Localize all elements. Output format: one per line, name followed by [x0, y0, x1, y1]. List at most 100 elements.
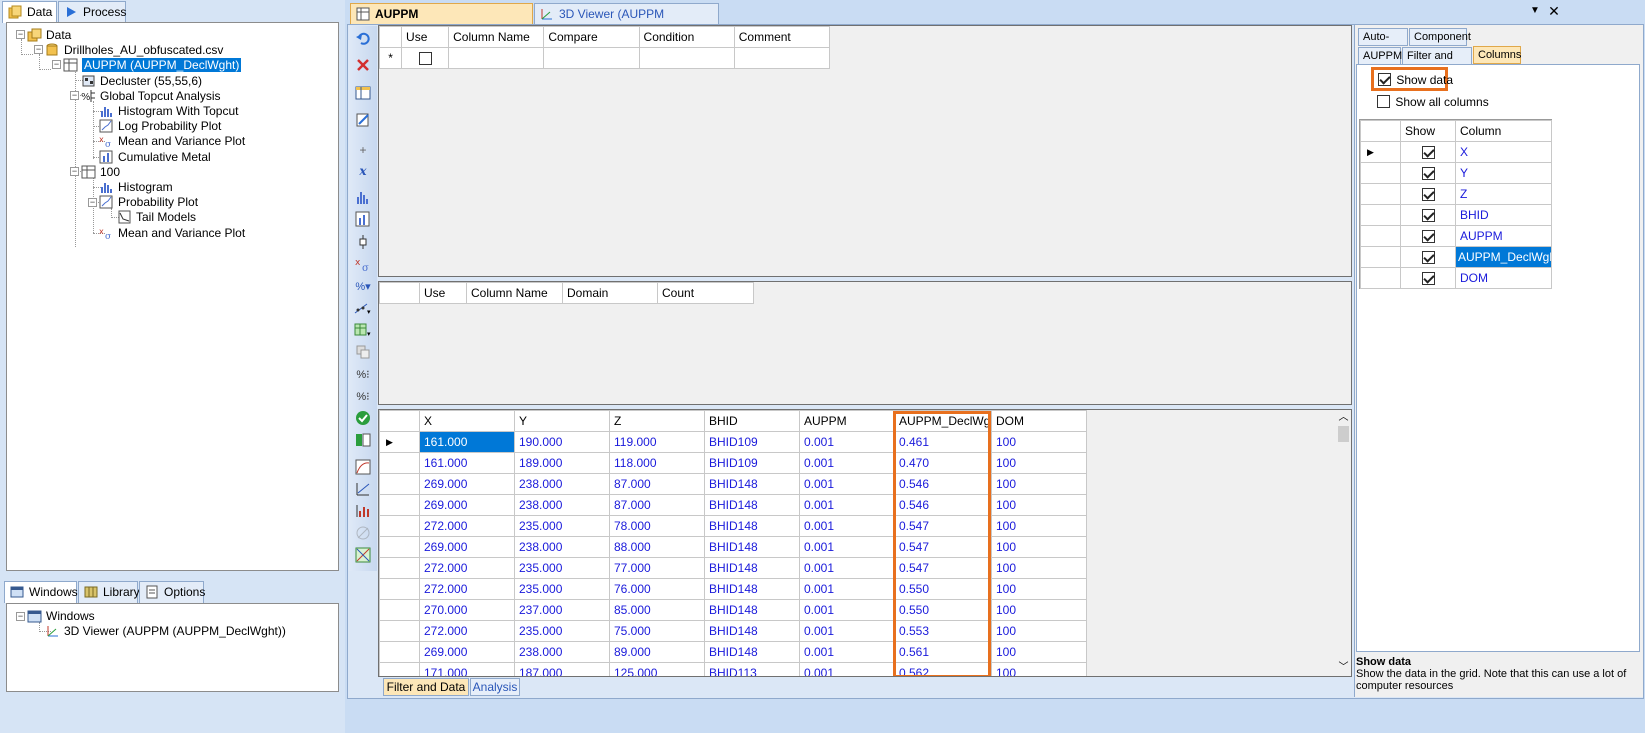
cell-auppm-declwght[interactable]: 0.550: [894, 578, 992, 600]
cell-y[interactable]: 235.000: [514, 515, 610, 537]
compare-cell[interactable]: [543, 47, 640, 69]
collapse-toggle[interactable]: −: [34, 45, 43, 54]
table-row[interactable]: 269.000 238.000 87.000 BHID148 0.001 0.546 100: [379, 494, 1087, 516]
show-column-checkbox[interactable]: [1421, 188, 1435, 202]
condition-cell[interactable]: [638, 47, 735, 69]
show-column-cell[interactable]: [1400, 204, 1456, 226]
cell-x[interactable]: 269.000: [419, 641, 515, 663]
tree-item-data[interactable]: Data: [27, 27, 71, 43]
show-column-checkbox[interactable]: [1421, 272, 1435, 286]
show-column-cell[interactable]: [1400, 267, 1456, 289]
row-header[interactable]: [379, 641, 420, 663]
cell-x[interactable]: 161.000: [419, 431, 515, 453]
show-column-checkbox[interactable]: [1421, 251, 1435, 265]
tab-filter-and-data[interactable]: Filter and Data: [383, 678, 469, 696]
cell-dom[interactable]: 100: [991, 620, 1087, 642]
collapse-toggle[interactable]: −: [52, 60, 61, 69]
cell-dom[interactable]: 100: [991, 578, 1087, 600]
tree-item-decluster[interactable]: Decluster (55,55,6): [81, 73, 202, 89]
cell-y[interactable]: 190.000: [514, 431, 610, 453]
cell-x[interactable]: 270.000: [419, 599, 515, 621]
row-header[interactable]: [379, 620, 420, 642]
column-name-cell[interactable]: DOM: [1455, 267, 1552, 289]
cell-auppm[interactable]: 0.001: [799, 578, 895, 600]
validate-icon[interactable]: [352, 408, 374, 428]
cell-y[interactable]: 235.000: [514, 557, 610, 579]
collapse-toggle[interactable]: −: [70, 91, 79, 100]
tree-item-mean-variance-2[interactable]: x σ Mean and Variance Plot: [99, 225, 245, 242]
table-row[interactable]: 269.000 238.000 87.000 BHID148 0.001 0.546 100: [379, 473, 1087, 495]
cell-bhid[interactable]: BHID148: [704, 578, 800, 600]
cell-x[interactable]: 171.000: [419, 662, 515, 676]
undo-icon[interactable]: [352, 28, 374, 48]
cell-auppm[interactable]: 0.001: [799, 431, 895, 453]
row-header[interactable]: [379, 557, 420, 579]
cell-z[interactable]: 78.000: [609, 515, 705, 537]
show-column-cell[interactable]: [1400, 225, 1456, 247]
window-list-dropdown[interactable]: ▼: [1528, 5, 1542, 19]
column-header-comment[interactable]: Comment: [733, 26, 831, 48]
cell-bhid[interactable]: BHID109: [704, 452, 800, 474]
tab-process[interactable]: Process: [58, 1, 126, 23]
cell-auppm-declwght[interactable]: 0.562: [894, 662, 992, 676]
scatter-dropdown-icon[interactable]: ▾: [352, 298, 374, 318]
row-header[interactable]: ▶: [1360, 141, 1401, 163]
list-item[interactable]: AUPPM_DeclWght: [1360, 246, 1552, 268]
column-header-auppm-declwght[interactable]: AUPPM_DeclWght: [894, 410, 992, 432]
cell-bhid[interactable]: BHID113: [704, 662, 800, 676]
cell-z[interactable]: 76.000: [609, 578, 705, 600]
table-row[interactable]: 272.000 235.000 77.000 BHID148 0.001 0.547 100: [379, 557, 1087, 579]
probability-plot-icon[interactable]: [352, 209, 374, 229]
cell-dom[interactable]: 100: [991, 599, 1087, 621]
show-all-columns-checkbox[interactable]: [1377, 95, 1390, 109]
cell-auppm-declwght[interactable]: 0.547: [894, 557, 992, 579]
copy-icon[interactable]: [352, 342, 374, 362]
column-header-auppm[interactable]: AUPPM: [799, 410, 895, 432]
cell-y[interactable]: 189.000: [514, 452, 610, 474]
cell-auppm[interactable]: 0.001: [799, 620, 895, 642]
row-header[interactable]: [1360, 225, 1401, 247]
cell-y[interactable]: 238.000: [514, 473, 610, 495]
column-name-cell[interactable]: [448, 47, 545, 69]
row-header[interactable]: [379, 536, 420, 558]
trend-icon[interactable]: [352, 479, 374, 499]
show-column-checkbox[interactable]: [1421, 146, 1435, 160]
column-header-use[interactable]: Use: [401, 26, 450, 48]
add-icon[interactable]: +: [352, 140, 374, 160]
show-column-checkbox[interactable]: [1421, 167, 1435, 181]
cell-x[interactable]: 269.000: [419, 473, 515, 495]
histogram-icon[interactable]: [352, 187, 374, 207]
doc-tab-3d-viewer[interactable]: 3D Viewer (AUPPM (AUPPM_...: [534, 3, 719, 41]
table-row[interactable]: 269.000 238.000 89.000 BHID148 0.001 0.561 100: [379, 641, 1087, 663]
cell-x[interactable]: 272.000: [419, 557, 515, 579]
cell-bhid[interactable]: BHID148: [704, 620, 800, 642]
cell-x[interactable]: 272.000: [419, 515, 515, 537]
cell-auppm-declwght[interactable]: 0.546: [894, 473, 992, 495]
tree-item-3d-viewer[interactable]: 3D Viewer (AUPPM (AUPPM_DeclWght)): [45, 623, 286, 639]
cell-auppm-declwght[interactable]: 0.470: [894, 452, 992, 474]
tree-item-histogram[interactable]: Histogram: [99, 179, 173, 195]
column-header-column-name[interactable]: Column Name: [448, 26, 545, 48]
cell-bhid[interactable]: BHID148: [704, 599, 800, 621]
cell-auppm-declwght[interactable]: 0.546: [894, 494, 992, 516]
tab-auto-title[interactable]: Auto-Title: [1358, 28, 1408, 59]
tree-item-cumulative-metal[interactable]: Cumulative Metal: [99, 149, 211, 165]
list-item[interactable]: BHID: [1360, 204, 1552, 226]
column-name-cell[interactable]: Y: [1455, 162, 1552, 184]
tab-auppm-props[interactable]: AUPPM: [1358, 47, 1402, 65]
tree-item-domain-100[interactable]: 100: [81, 164, 120, 180]
table-row[interactable]: 272.000 235.000 78.000 BHID148 0.001 0.547 100: [379, 515, 1087, 537]
cell-dom[interactable]: 100: [991, 515, 1087, 537]
cell-dom[interactable]: 100: [991, 662, 1087, 676]
tree-item-windows[interactable]: Windows: [27, 608, 95, 624]
cell-auppm[interactable]: 0.001: [799, 494, 895, 516]
tree-item-auppm[interactable]: AUPPM (AUPPM_DeclWght): [63, 57, 242, 73]
column-header-x[interactable]: X: [419, 410, 515, 432]
tab-library[interactable]: Library: [78, 581, 140, 603]
row-header[interactable]: [379, 599, 420, 621]
row-header[interactable]: [379, 515, 420, 537]
delete-icon[interactable]: [352, 55, 374, 75]
column-header-column-name[interactable]: Column Name: [466, 282, 563, 304]
tab-windows[interactable]: Windows: [4, 581, 78, 603]
vertical-scrollbar[interactable]: ︿ ﹀: [1335, 410, 1351, 676]
